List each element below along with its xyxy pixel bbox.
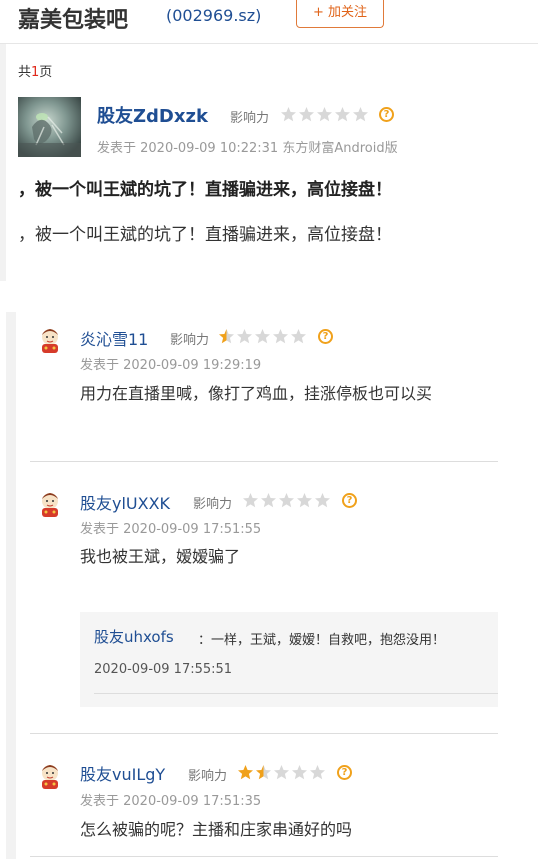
reply-author[interactable]: 炎沁雪11 — [80, 326, 148, 350]
follow-button[interactable]: + 加关注 — [296, 0, 384, 28]
influence-label: 影响力 — [188, 769, 228, 784]
question-icon[interactable]: ? — [379, 107, 394, 122]
star-icon — [238, 765, 253, 780]
divider — [94, 693, 498, 694]
reply-text: 用力在直播里喊，像打了鸡血，挂涨停板也可以买 — [80, 384, 433, 403]
reply-meta: 发表于 2020-09-09 17:51:55 — [80, 522, 262, 537]
stock-code[interactable]: (002969.sz) — [166, 6, 261, 25]
reply-text: 我也被王斌，嫒嫒骗了 — [80, 547, 241, 566]
reply-text: 怎么被骗的呢？主播和庄家串通好的吗 — [80, 820, 353, 839]
question-icon[interactable]: ? — [318, 329, 333, 344]
influence-label: 影响力 — [193, 497, 233, 512]
reply-item: 股友ylUXXK 影响力 ? 发表于 2020-09-09 17:51:55 我… — [30, 462, 498, 734]
avatar[interactable] — [36, 326, 64, 354]
reply-item: 股友vuILgY 影响力 ? 发表于 2020-09-09 17:51:35 怎… — [30, 734, 498, 859]
influence-stars — [242, 492, 331, 509]
avatar[interactable] — [36, 762, 64, 790]
star-icon — [273, 329, 288, 344]
influence-stars — [280, 106, 369, 123]
influence-stars — [237, 764, 326, 781]
star-icon — [353, 107, 368, 122]
influence-label: 影响力 — [230, 111, 270, 126]
star-icon — [310, 765, 325, 780]
star-icon — [335, 107, 350, 122]
star-icon — [292, 765, 307, 780]
star-icon — [315, 493, 330, 508]
post-meta: 发表于 2020-09-09 10:22:31 东方财富Android版 — [97, 141, 398, 156]
star-icon — [299, 107, 314, 122]
reply-meta: 发表于 2020-09-09 17:51:35 — [80, 794, 262, 809]
star-icon — [256, 765, 271, 780]
divider — [30, 856, 498, 857]
star-icon — [261, 493, 276, 508]
reply-meta: 发表于 2020-09-09 19:29:19 — [80, 358, 262, 373]
page-count: 共1页 — [18, 65, 53, 80]
left-rail — [0, 44, 6, 281]
sub-reply-author[interactable]: 股友uhxofs — [94, 626, 174, 647]
star-icon — [317, 107, 332, 122]
reply-author[interactable]: 股友ylUXXK — [80, 490, 170, 514]
post-author[interactable]: 股友ZdDxzk — [97, 102, 208, 128]
question-icon[interactable]: ? — [342, 493, 357, 508]
stock-header: 嘉美包装吧 (002969.sz) + 加关注 — [0, 0, 538, 44]
left-rail-lower — [6, 312, 16, 859]
reply-author[interactable]: 股友vuILgY — [80, 761, 165, 785]
star-icon — [291, 329, 306, 344]
sub-reply-time: 2020-09-09 17:55:51 — [94, 662, 233, 677]
sub-reply-text: ：一样，王斌，嫒嫒！自救吧，抱怨没用！ — [198, 633, 446, 648]
star-icon — [279, 493, 294, 508]
influence-label: 影响力 — [170, 333, 210, 348]
sub-reply: 股友uhxofs ：一样，王斌，嫒嫒！自救吧，抱怨没用！ 2020-09-09 … — [80, 612, 498, 707]
star-icon — [297, 493, 312, 508]
star-icon — [281, 107, 296, 122]
question-icon[interactable]: ? — [337, 765, 352, 780]
post-title: ，被一个叫王斌的坑了！直播骗进来，高位接盘！ — [18, 180, 392, 200]
avatar[interactable] — [18, 97, 81, 157]
reply-item: 炎沁雪11 影响力 ? 发表于 2020-09-09 19:29:19 用力在直… — [30, 314, 498, 462]
post-body: ，被一个叫王斌的坑了！直播骗进来，高位接盘！ — [18, 225, 392, 245]
star-icon — [243, 493, 258, 508]
star-icon — [274, 765, 289, 780]
star-icon — [237, 329, 252, 344]
influence-stars — [218, 328, 307, 345]
avatar[interactable] — [36, 490, 64, 518]
stock-name[interactable]: 嘉美包装吧 — [18, 2, 128, 34]
star-icon — [219, 329, 234, 344]
star-icon — [255, 329, 270, 344]
